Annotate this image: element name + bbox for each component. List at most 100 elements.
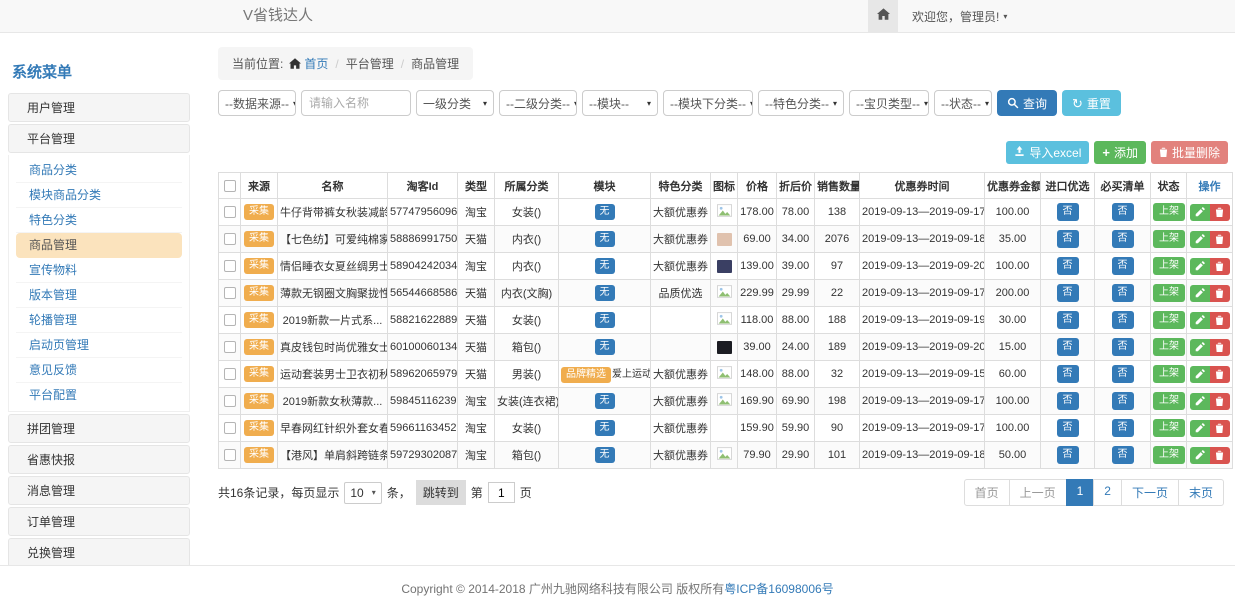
sidebar-sub-item[interactable]: 版本管理 [16,283,182,308]
import-excel-button[interactable]: 导入excel [1006,141,1089,164]
import-select-toggle[interactable]: 否 [1057,311,1079,329]
breadcrumb-home-link[interactable]: 首页 [304,55,328,72]
import-select-toggle[interactable]: 否 [1057,230,1079,248]
status-button[interactable]: 上架 [1153,311,1185,329]
edit-button[interactable] [1190,285,1210,302]
sidebar-group-item[interactable]: 订单管理 [8,507,190,536]
item-type-select[interactable]: --宝贝类型--▾ [849,90,929,116]
row-checkbox[interactable] [224,368,236,380]
edit-button[interactable] [1190,204,1210,221]
delete-button[interactable] [1210,204,1230,221]
row-checkbox[interactable] [224,206,236,218]
sidebar-group-item[interactable]: 省惠快报 [8,445,190,474]
import-select-toggle[interactable]: 否 [1057,284,1079,302]
product-name-input[interactable] [301,90,411,116]
row-checkbox[interactable] [224,422,236,434]
row-checkbox[interactable] [224,341,236,353]
sidebar-sub-item[interactable]: 平台配置 [16,383,182,408]
pager-page-1[interactable]: 1 [1066,479,1095,506]
edit-button[interactable] [1190,312,1210,329]
add-button[interactable]: + 添加 [1094,141,1146,164]
feature-category-select[interactable]: --特色分类--▾ [758,90,844,116]
user-menu[interactable]: 欢迎您，管理员! ▾ [898,0,1021,32]
edit-button[interactable] [1190,231,1210,248]
pager-last[interactable]: 末页 [1178,479,1224,506]
jump-to-button[interactable]: 跳转到 [416,480,466,505]
status-button[interactable]: 上架 [1153,203,1185,221]
delete-button[interactable] [1210,285,1230,302]
must-buy-toggle[interactable]: 否 [1112,284,1134,302]
import-select-toggle[interactable]: 否 [1057,257,1079,275]
sidebar-sub-item[interactable]: 启动页管理 [16,333,182,358]
status-button[interactable]: 上架 [1153,338,1185,356]
delete-button[interactable] [1210,312,1230,329]
sidebar-sub-item[interactable]: 商品分类 [16,158,182,183]
row-checkbox[interactable] [224,395,236,407]
sidebar-group-item[interactable]: 拼团管理 [8,414,190,443]
delete-button[interactable] [1210,420,1230,437]
must-buy-toggle[interactable]: 否 [1112,338,1134,356]
sidebar-sub-item[interactable]: 轮播管理 [16,308,182,333]
data-source-select[interactable]: --数据来源--▾ [218,90,296,116]
home-button[interactable] [868,0,898,32]
edit-button[interactable] [1190,258,1210,275]
sidebar-sub-item-active[interactable]: 商品管理 [16,233,182,258]
must-buy-toggle[interactable]: 否 [1112,365,1134,383]
select-all-checkbox[interactable] [224,180,236,192]
delete-button[interactable] [1210,366,1230,383]
page-number-input[interactable] [488,482,515,503]
search-button[interactable]: 查询 [997,90,1057,116]
sidebar-group-item[interactable]: 消息管理 [8,476,190,505]
import-select-toggle[interactable]: 否 [1057,338,1079,356]
sidebar-sub-item[interactable]: 特色分类 [16,208,182,233]
sidebar-group-item[interactable]: 平台管理 [8,124,190,153]
must-buy-toggle[interactable]: 否 [1112,446,1134,464]
edit-button[interactable] [1190,393,1210,410]
pager-prev[interactable]: 上一页 [1009,479,1067,506]
module-subcategory-select[interactable]: --模块下分类--▾ [663,90,753,116]
pager-next[interactable]: 下一页 [1121,479,1179,506]
must-buy-toggle[interactable]: 否 [1112,311,1134,329]
delete-button[interactable] [1210,447,1230,464]
import-select-toggle[interactable]: 否 [1057,365,1079,383]
edit-button[interactable] [1190,420,1210,437]
pager-page-2[interactable]: 2 [1093,479,1122,506]
status-select[interactable]: --状态--▾ [934,90,992,116]
delete-button[interactable] [1210,339,1230,356]
status-button[interactable]: 上架 [1153,230,1185,248]
sidebar-group-item[interactable]: 兑换管理 [8,538,190,565]
batch-delete-button[interactable]: 批量删除 [1151,141,1228,164]
level2-category-select[interactable]: --二级分类--▾ [499,90,577,116]
level1-category-select[interactable]: 一级分类▾ [416,90,494,116]
reset-button[interactable]: ↻重置 [1062,90,1121,116]
delete-button[interactable] [1210,258,1230,275]
row-checkbox[interactable] [224,287,236,299]
sidebar-sub-item[interactable]: 模块商品分类 [16,183,182,208]
import-select-toggle[interactable]: 否 [1057,392,1079,410]
pager-first[interactable]: 首页 [964,479,1010,506]
status-button[interactable]: 上架 [1153,365,1185,383]
status-button[interactable]: 上架 [1153,284,1185,302]
per-page-select[interactable]: 10 ▾ [344,482,381,504]
status-button[interactable]: 上架 [1153,392,1185,410]
module-select[interactable]: --模块--▾ [582,90,658,116]
must-buy-toggle[interactable]: 否 [1112,203,1134,221]
sidebar-sub-item[interactable]: 宣传物料 [16,258,182,283]
row-checkbox[interactable] [224,449,236,461]
status-button[interactable]: 上架 [1153,446,1185,464]
delete-button[interactable] [1210,393,1230,410]
must-buy-toggle[interactable]: 否 [1112,230,1134,248]
import-select-toggle[interactable]: 否 [1057,446,1079,464]
row-checkbox[interactable] [224,314,236,326]
sidebar-group-item[interactable]: 用户管理 [8,93,190,122]
status-button[interactable]: 上架 [1153,257,1185,275]
sidebar-sub-item[interactable]: 意见反馈 [16,358,182,383]
must-buy-toggle[interactable]: 否 [1112,257,1134,275]
row-checkbox[interactable] [224,233,236,245]
import-select-toggle[interactable]: 否 [1057,419,1079,437]
import-select-toggle[interactable]: 否 [1057,203,1079,221]
must-buy-toggle[interactable]: 否 [1112,392,1134,410]
edit-button[interactable] [1190,339,1210,356]
must-buy-toggle[interactable]: 否 [1112,419,1134,437]
delete-button[interactable] [1210,231,1230,248]
